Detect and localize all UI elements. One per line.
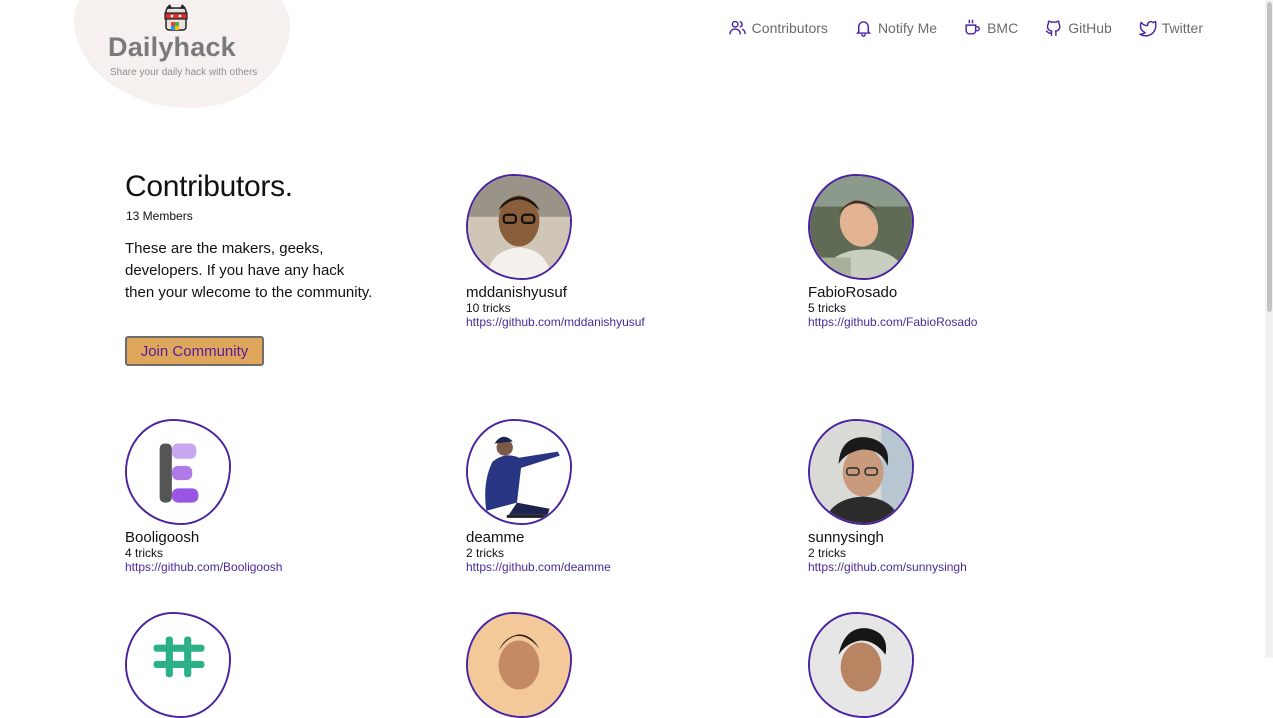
coffee-icon [965, 19, 980, 35]
contributor-github-link[interactable]: https://github.com/FabioRosado [808, 315, 1068, 330]
avatar[interactable] [125, 419, 231, 525]
nav-notify-label: Notify Me [877, 19, 938, 36]
contributor-card [466, 612, 726, 718]
avatar[interactable] [808, 174, 914, 280]
contributor-github-link[interactable]: https://github.com/deamme [466, 560, 726, 575]
contributor-name: deamme [466, 529, 525, 546]
contributor-tricks: 5 tricks [808, 301, 847, 315]
contributor-github-link[interactable]: https://github.com/mddanishyusuf [466, 315, 726, 330]
contributor-name: mddanishyusuf [466, 284, 567, 301]
page-scrollbar[interactable] [1265, 0, 1273, 658]
contributor-tricks: 4 tricks [125, 546, 164, 560]
users-icon [728, 20, 746, 35]
nav-github[interactable]: GitHub [1044, 18, 1112, 37]
contributor-card [808, 612, 1068, 718]
contributor-card: FabioRosado 5 tricks https://github.com/… [808, 174, 1068, 330]
top-nav: Contributors Notify Me BMC GitHub Twitte… [728, 18, 1203, 37]
nav-twitter[interactable]: Twitter [1138, 18, 1203, 37]
avatar[interactable] [466, 612, 572, 718]
contributor-name: Booligoosh [125, 529, 200, 546]
contributor-card: mddanishyusuf 10 tricks https://github.c… [466, 174, 726, 330]
contributor-github-link[interactable]: https://github.com/Booligoosh [125, 560, 385, 575]
nav-github-label: GitHub [1068, 19, 1112, 36]
contributor-card: sunnysingh 2 tricks https://github.com/s… [808, 419, 1068, 575]
avatar[interactable] [125, 612, 231, 718]
intro-description: These are the makers, geeks, developers.… [125, 240, 373, 301]
contributor-tricks: 2 tricks [466, 546, 505, 560]
avatar[interactable] [808, 419, 914, 525]
contributor-name: FabioRosado [808, 284, 898, 301]
avatar[interactable] [466, 174, 572, 280]
avatar[interactable] [808, 612, 914, 718]
scrollbar-thumb[interactable] [1267, 2, 1272, 312]
avatar[interactable] [466, 419, 572, 525]
nav-twitter-label: Twitter [1161, 19, 1203, 36]
nav-bmc-label: BMC [987, 19, 1019, 36]
twitter-icon [1139, 20, 1157, 37]
contributor-card: Booligoosh 4 tricks https://github.com/B… [125, 419, 385, 575]
contributor-tricks: 2 tricks [808, 546, 847, 560]
contributor-card [125, 612, 385, 718]
bell-icon [856, 21, 871, 37]
join-community-button[interactable]: Join Community [125, 336, 264, 366]
member-count: 13 Members [126, 209, 193, 223]
nav-bmc[interactable]: BMC [963, 18, 1018, 37]
contributor-name: sunnysingh [808, 529, 884, 546]
page-title: Contributors. [125, 170, 293, 203]
logo-title[interactable]: Dailyhack [108, 32, 236, 63]
nav-contributors-label: Contributors [751, 19, 828, 36]
contributor-tricks: 10 tricks [466, 301, 511, 315]
github-icon [1045, 20, 1061, 37]
logo-tagline: Share your daily hack with others [110, 67, 258, 78]
contributor-github-link[interactable]: https://github.com/sunnysingh [808, 560, 1068, 575]
nav-contributors[interactable]: Contributors [728, 18, 828, 37]
contributor-card: deamme 2 tricks https://github.com/deamm… [466, 419, 726, 575]
nav-notify-me[interactable]: Notify Me [854, 18, 937, 37]
